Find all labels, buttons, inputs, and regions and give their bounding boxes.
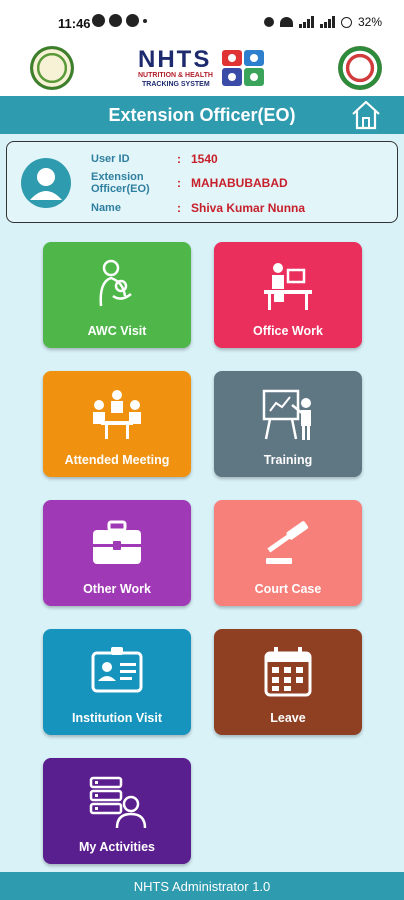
logo-row: NHTS NUTRITION & HEALTH TRACKING SYSTEM [0,44,404,96]
calendar-icon [264,647,312,697]
wifi-icon [279,17,293,27]
court-case-label: Court Case [254,582,322,596]
other-work-label: Other Work [83,582,151,596]
notification-icon [109,14,122,27]
app-notification-icon [126,14,139,27]
my-activities-label: My Activities [79,840,155,854]
name-colon: : [177,201,181,215]
app-header: Extension Officer(EO) [0,96,404,134]
avatar-icon [21,158,71,208]
name-label: Name [91,202,121,214]
more-dot-icon [143,19,147,23]
signal-2-icon [319,16,335,28]
activities-list-icon [89,776,147,829]
training-button[interactable]: Training [214,371,362,477]
designation-value: MAHABUBABAD [191,176,288,190]
designation-label: Extension Officer(EO) [91,171,150,195]
page-title: Extension Officer(EO) [108,105,296,125]
other-work-button[interactable]: Other Work [43,500,191,606]
notification-icons [92,14,147,27]
briefcase-icon [93,520,141,564]
battery-icon [340,16,352,28]
my-activities-button[interactable]: My Activities [43,758,191,864]
designation-colon: : [177,176,181,190]
user-id-label: User ID [91,153,130,165]
brand-title: NHTS [138,46,212,73]
office-desk-icon [264,263,312,310]
status-time: 11:46 [58,16,91,31]
department-emblem-logo [338,46,382,90]
attended-meeting-label: Attended Meeting [64,453,170,467]
office-work-label: Office Work [253,324,323,338]
footer-version-text: NHTS Administrator 1.0 [133,879,271,894]
meeting-icon [93,390,141,439]
attended-meeting-button[interactable]: Attended Meeting [43,371,191,477]
institution-visit-label: Institution Visit [71,711,163,725]
brand-art-icon [222,50,264,86]
brand-subtitle-1: NUTRITION & HEALTH [138,72,213,79]
status-right: 32% [263,15,382,29]
name-value: Shiva Kumar Nunna [191,201,306,215]
court-case-button[interactable]: Court Case [214,500,362,606]
brand-subtitle-2: TRACKING SYSTEM [142,81,210,88]
leave-label: Leave [270,711,306,725]
awc-visit-button[interactable]: AWC Visit [43,242,191,348]
status-bar: 11:46 32% [0,0,404,44]
state-emblem-logo [30,46,74,90]
id-card-icon [91,647,143,693]
user-id-colon: : [177,152,181,166]
leave-button[interactable]: Leave [214,629,362,735]
mother-child-icon [99,259,132,307]
nhts-logo: NHTS NUTRITION & HEALTH TRACKING SYSTEM [136,46,271,92]
home-icon[interactable] [350,99,382,131]
institution-visit-button[interactable]: Institution Visit [43,629,191,735]
user-profile-card: User ID : 1540 Extension Officer(EO) : M… [6,141,398,223]
awc-visit-label: AWC Visit [87,324,147,338]
office-work-button[interactable]: Office Work [214,242,362,348]
training-board-icon [262,389,311,440]
gavel-icon [266,521,309,564]
user-id-value: 1540 [191,152,218,166]
app-footer: NHTS Administrator 1.0 [0,872,404,900]
alarm-icon [263,17,274,27]
signal-icon [298,16,314,28]
training-label: Training [263,453,313,467]
whatsapp-icon [92,14,105,27]
battery-level: 32% [357,15,382,29]
